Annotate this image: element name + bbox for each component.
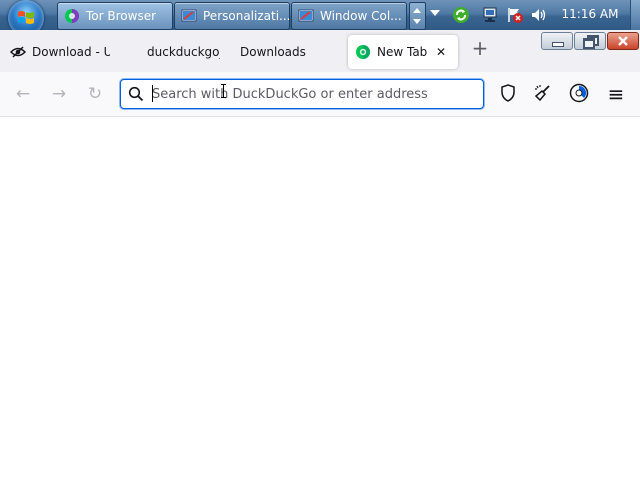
tab-duckduckgo[interactable]: duckduckgo_ [140,35,220,69]
show-hidden-icons-chevron-icon[interactable] [430,10,440,16]
taskbar-button-label: Tor Browser [86,9,157,23]
show-desktop-button[interactable] [630,0,640,30]
action-center-icon[interactable] [506,6,524,24]
text-caret [152,85,153,102]
volume-icon[interactable] [530,6,548,24]
close-window-button[interactable] [607,32,639,50]
taskbar-button-label: Window Col... [320,9,402,23]
reload-button[interactable]: ↻ [83,82,107,106]
tab-label: New Tab [377,45,428,59]
minimize-button[interactable] [541,32,573,50]
shield-icon[interactable] [498,83,518,103]
back-button[interactable]: ← [11,82,35,106]
new-tab-button[interactable]: + [468,36,492,60]
address-input[interactable] [152,84,472,104]
windows-logo-icon [18,11,34,24]
network-icon[interactable] [481,6,499,24]
page-content[interactable] [0,117,640,480]
taskbar-button-tor-browser[interactable]: Tor Browser [57,2,173,30]
forward-button[interactable]: → [47,82,71,106]
tab-downloads[interactable]: Downloads [232,35,336,69]
tor-onion-icon [356,45,370,59]
sync-icon[interactable] [452,6,470,24]
close-tab-icon[interactable]: ✕ [436,35,446,69]
address-bar[interactable] [120,79,484,109]
taskbar: Tor Browser Personalizati... Window Col.… [0,0,640,36]
tab-label: duckduckgo_ [147,45,220,59]
tab-new-tab[interactable]: New Tab ✕ [348,35,458,69]
window-color-icon [298,9,314,22]
tab-label: Downloads [240,45,306,59]
new-identity-broom-icon[interactable] [533,83,553,103]
personalization-icon [181,9,197,22]
search-icon [128,86,144,102]
tab-label: Download - U [32,45,110,59]
taskbar-scroll-buttons[interactable] [409,2,426,30]
tor-circuit-icon[interactable] [569,83,589,103]
menu-button[interactable]: ≡ [604,82,628,106]
tab-download[interactable]: Download - U [6,35,110,69]
close-icon [618,36,628,46]
navigation-toolbar: ← → ↻ ≡ [0,72,640,117]
taskbar-clock[interactable]: 11:16 AM [556,0,624,30]
taskbar-button-label: Personalizati... [203,9,290,23]
text-cursor-icon [221,84,226,98]
taskbar-button-personalization[interactable]: Personalizati... [174,2,290,30]
restore-button[interactable] [574,32,606,50]
taskbar-button-window-color[interactable]: Window Col... [291,2,407,30]
tor-browser-icon [65,9,79,23]
tab-strip: Download - U duckduckgo_ Downloads New T… [0,30,640,72]
eye-icon [10,46,26,58]
